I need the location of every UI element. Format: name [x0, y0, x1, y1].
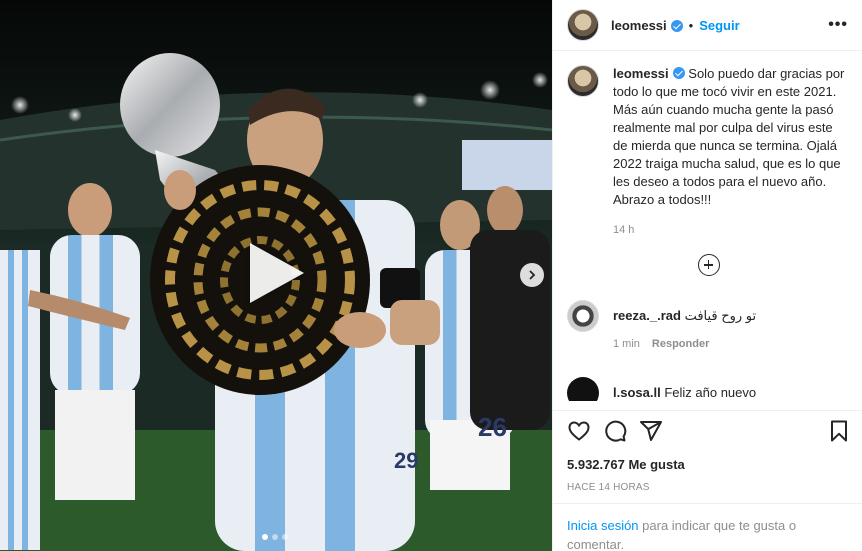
- author-username[interactable]: leomessi: [611, 18, 667, 33]
- comment-timestamp[interactable]: 1 min: [613, 335, 640, 353]
- svg-text:29: 29: [394, 448, 418, 473]
- action-bar: [553, 410, 862, 450]
- comment-username[interactable]: reeza._.rad: [613, 308, 681, 323]
- carousel-dots: [262, 534, 288, 540]
- separator: •: [688, 17, 694, 33]
- carousel-dot: [262, 534, 268, 540]
- chevron-right-icon[interactable]: [520, 263, 544, 287]
- comment-username[interactable]: l.sosa.ll: [613, 385, 661, 400]
- plus-circle-icon[interactable]: [697, 254, 720, 276]
- more-options-icon[interactable]: •••: [828, 16, 848, 34]
- carousel-dot: [272, 534, 278, 540]
- caption-username[interactable]: leomessi: [613, 66, 669, 81]
- post-timestamp[interactable]: HACE 14 HORAS: [567, 482, 650, 493]
- comment-icon[interactable]: [603, 419, 627, 443]
- avatar[interactable]: [567, 65, 599, 97]
- heart-icon[interactable]: [567, 419, 591, 443]
- caption-text-block: leomessi Solo puedo dar gracias por todo…: [613, 65, 848, 209]
- comment-item: reeza._.rad تو روح قیافت 1 min Responder: [567, 300, 848, 353]
- play-icon[interactable]: [250, 243, 304, 303]
- comments-list[interactable]: leomessi Solo puedo dar gracias por todo…: [553, 51, 862, 401]
- caption-text: Solo puedo dar gracias por todo lo que m…: [613, 66, 845, 207]
- avatar[interactable]: [567, 377, 599, 401]
- carousel-dot: [282, 534, 288, 540]
- reply-button[interactable]: Responder: [652, 335, 709, 353]
- likes-count[interactable]: 5.932.767 Me gusta: [567, 457, 685, 472]
- comment-text: تو روح قیافت: [684, 308, 757, 323]
- login-link[interactable]: Inicia sesión: [567, 518, 639, 533]
- post-side-panel: leomessi • Seguir ••• leomessi Solo pued…: [552, 0, 862, 551]
- login-prompt: Inicia sesión para indicar que te gusta …: [553, 503, 862, 551]
- comment-text: Feliz año nuevo: [664, 385, 757, 400]
- svg-text:26: 26: [478, 412, 507, 442]
- avatar[interactable]: [567, 9, 599, 41]
- follow-button[interactable]: Seguir: [699, 18, 739, 33]
- post-media-video[interactable]: 26 29: [0, 0, 552, 551]
- avatar[interactable]: [567, 300, 599, 332]
- verified-badge-icon: [670, 20, 683, 32]
- bookmark-icon[interactable]: [827, 419, 851, 443]
- share-icon[interactable]: [639, 419, 663, 443]
- post-caption: leomessi Solo puedo dar gracias por todo…: [567, 65, 848, 209]
- post-header: leomessi • Seguir •••: [553, 0, 862, 51]
- verified-badge-icon: [672, 67, 685, 79]
- caption-timestamp[interactable]: 14 h: [613, 224, 848, 236]
- comment-item: l.sosa.ll Feliz año nuevo: [567, 377, 848, 401]
